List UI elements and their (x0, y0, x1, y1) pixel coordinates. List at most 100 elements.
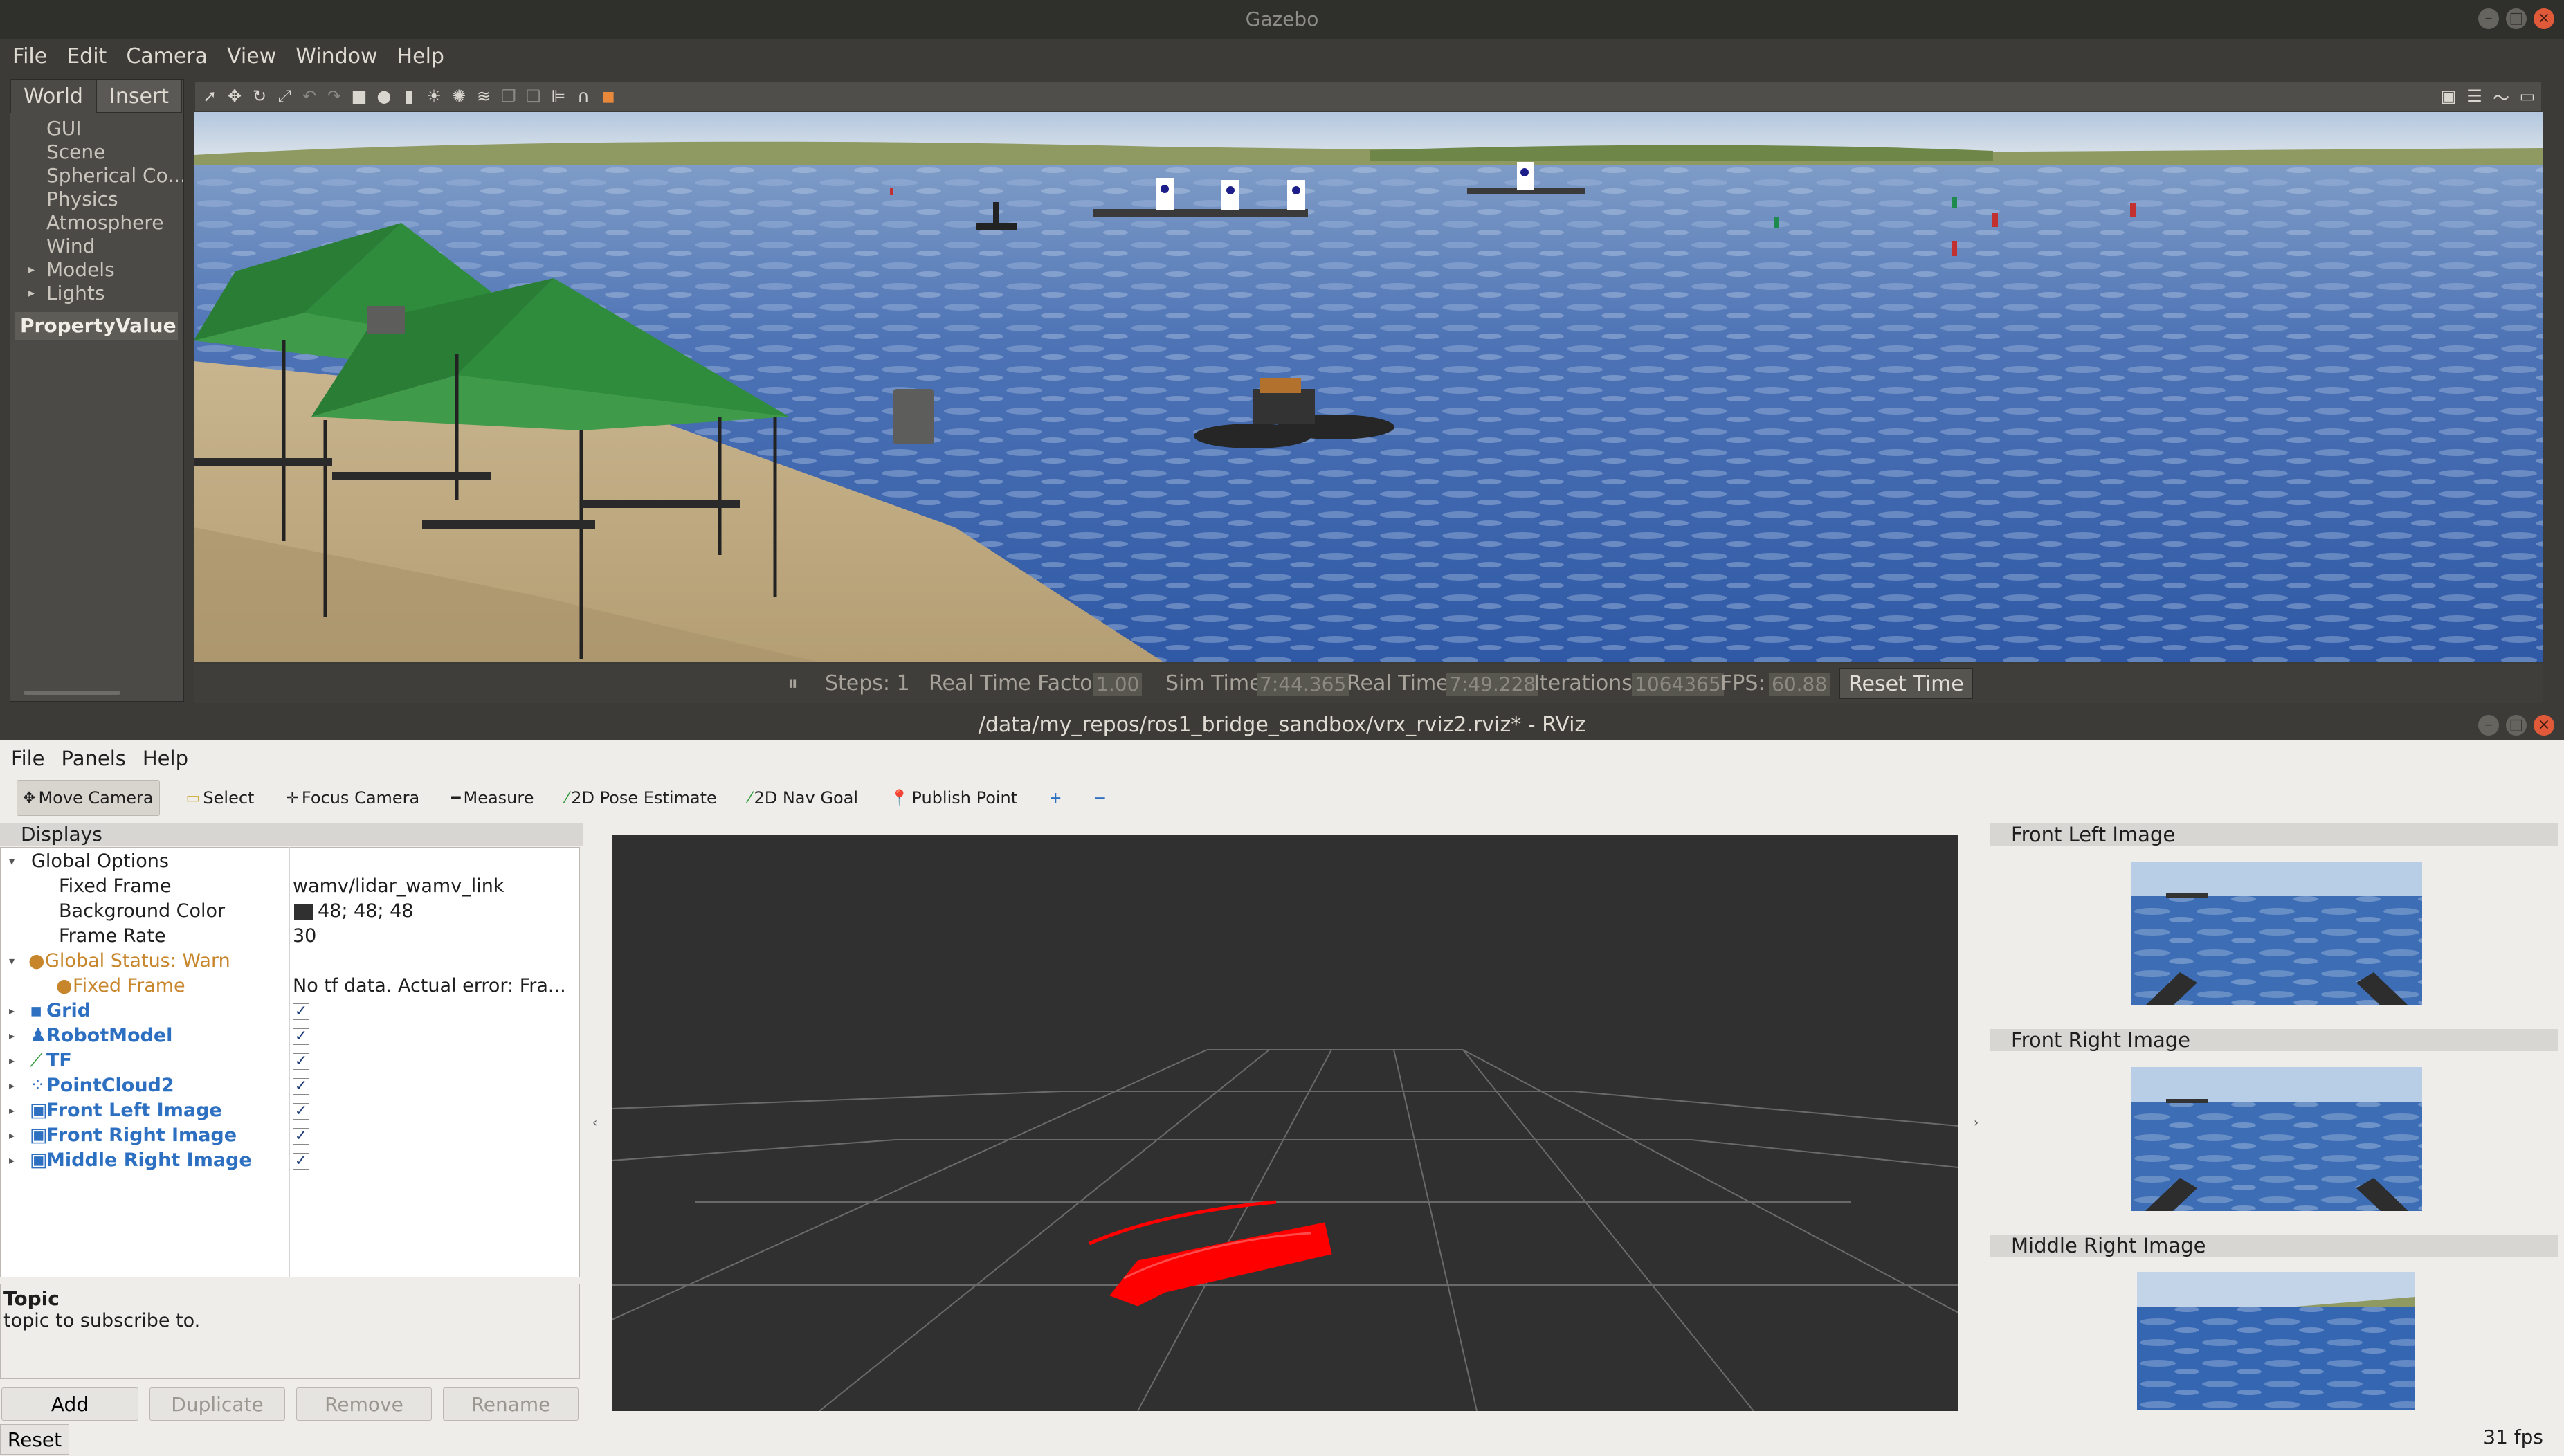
fixed-frame-row[interactable]: Fixed Frame wamv/lidar_wamv_link (1, 874, 579, 899)
tf-enabled-checkbox[interactable]: ✓ (293, 1053, 309, 1070)
remove-display-button[interactable]: Remove (296, 1387, 432, 1421)
rename-display-button[interactable]: Rename (443, 1387, 579, 1421)
directional-light-icon[interactable]: ≋ (475, 87, 493, 106)
cylinder-shape-icon[interactable]: ▮ (400, 87, 418, 106)
duplicate-display-button[interactable]: Duplicate (149, 1387, 285, 1421)
tab-world[interactable]: World (10, 80, 96, 113)
tree-item-spherical-coordinates[interactable]: Spherical Co... (10, 164, 183, 188)
minimize-button[interactable]: – (2478, 715, 2499, 736)
menu-help[interactable]: Help (143, 747, 188, 770)
collapse-right-arrow-icon[interactable]: › (1974, 1116, 1979, 1130)
scale-mode-icon[interactable]: ⤢ (275, 87, 293, 106)
tree-item-lights[interactable]: ▸ Lights (10, 282, 183, 305)
box-shape-icon[interactable]: ■ (350, 87, 368, 106)
tool-focus-camera[interactable]: ✛ Focus Camera (280, 780, 425, 816)
pointcloud2-enabled-checkbox[interactable]: ✓ (293, 1078, 309, 1095)
display-robotmodel[interactable]: ▸ ♟ RobotModel ✓ (1, 1023, 579, 1048)
translate-mode-icon[interactable]: ✥ (226, 87, 244, 106)
rviz-3d-render-view[interactable] (611, 835, 1959, 1412)
steps-label[interactable]: Steps: 1 (825, 671, 910, 696)
maximize-button[interactable]: □ (2506, 8, 2527, 29)
menu-help[interactable]: Help (397, 44, 444, 69)
snap-icon[interactable]: ∩ (574, 87, 592, 106)
tool-2d-pose-estimate[interactable]: ⁄ 2D Pose Estimate (561, 780, 722, 816)
expand-arrow-icon[interactable]: ▸ (9, 1148, 15, 1173)
display-tf[interactable]: ▸ ⟋ TF ✓ (1, 1048, 579, 1073)
front-right-image-enabled-checkbox[interactable]: ✓ (293, 1128, 309, 1145)
collapse-left-arrow-icon[interactable]: ‹ (592, 1116, 597, 1130)
select-mode-icon[interactable]: ➚ (201, 87, 219, 106)
background-color-swatch[interactable] (294, 904, 313, 920)
sphere-shape-icon[interactable]: ● (375, 87, 393, 106)
front-left-image-enabled-checkbox[interactable]: ✓ (293, 1103, 309, 1120)
expand-arrow-icon[interactable]: ▸ (9, 1048, 15, 1073)
video-icon[interactable]: ▭ (2518, 87, 2536, 106)
grid-enabled-checkbox[interactable]: ✓ (293, 1003, 309, 1020)
menu-file[interactable]: File (11, 747, 45, 770)
spot-light-icon[interactable]: ✺ (450, 87, 468, 106)
tool-2d-nav-goal[interactable]: ⁄ 2D Nav Goal (743, 780, 864, 816)
plot-icon[interactable]: 〜 (2492, 84, 2510, 109)
expand-arrow-icon[interactable]: ▸ (9, 1023, 15, 1048)
rotate-mode-icon[interactable]: ↻ (251, 87, 269, 106)
close-button[interactable]: × (2534, 715, 2554, 736)
display-middle-right-image[interactable]: ▸ ▣ Middle Right Image ✓ (1, 1148, 579, 1173)
expand-arrow-icon[interactable]: ▸ (9, 1098, 15, 1123)
expand-arrow-icon[interactable]: ▸ (9, 1073, 15, 1098)
close-button[interactable]: × (2534, 8, 2554, 29)
display-global-status[interactable]: ▾ ● Global Status: Warn (1, 949, 579, 974)
expand-arrow-icon[interactable]: ▸ (28, 258, 35, 282)
copy-icon[interactable]: ❐ (500, 87, 518, 106)
middle-right-image-enabled-checkbox[interactable]: ✓ (293, 1153, 309, 1170)
undo-icon[interactable]: ↶ (300, 87, 318, 106)
tool-select[interactable]: ▭ Select (181, 780, 260, 816)
status-fixed-frame-row[interactable]: ● Fixed Frame No tf data. Actual error: … (1, 974, 579, 999)
menu-panels[interactable]: Panels (62, 747, 126, 770)
expand-arrow-icon[interactable]: ▸ (9, 1123, 15, 1148)
gazebo-3d-viewport[interactable] (194, 112, 2543, 662)
display-front-left-image[interactable]: ▸ ▣ Front Left Image ✓ (1, 1098, 579, 1123)
pause-button[interactable]: ⏸ (788, 671, 798, 696)
tree-item-atmosphere[interactable]: Atmosphere (10, 211, 183, 235)
display-front-right-image[interactable]: ▸ ▣ Front Right Image ✓ (1, 1123, 579, 1148)
frame-rate-row[interactable]: Frame Rate 30 (1, 924, 579, 949)
collapse-arrow-icon[interactable]: ▾ (9, 949, 15, 974)
menu-window[interactable]: Window (296, 44, 377, 69)
add-tool-button[interactable]: + (1044, 780, 1067, 816)
robotmodel-enabled-checkbox[interactable]: ✓ (293, 1028, 309, 1045)
tab-insert[interactable]: Insert (96, 80, 183, 113)
menu-file[interactable]: File (12, 44, 47, 69)
expand-arrow-icon[interactable]: ▸ (9, 999, 15, 1023)
tree-item-physics[interactable]: Physics (10, 188, 183, 211)
menu-view[interactable]: View (227, 44, 276, 69)
tree-item-models[interactable]: ▸ Models (10, 258, 183, 282)
expand-arrow-icon[interactable]: ▸ (28, 282, 35, 305)
reset-button[interactable]: Reset (0, 1424, 69, 1455)
frame-rate-value[interactable]: 30 (293, 924, 316, 949)
tree-item-scene[interactable]: Scene (10, 140, 183, 164)
redo-icon[interactable]: ↷ (325, 87, 343, 106)
display-pointcloud2[interactable]: ▸ ⁘ PointCloud2 ✓ (1, 1073, 579, 1098)
tool-measure[interactable]: ━ Measure (446, 780, 539, 816)
align-icon[interactable]: ⊫ (549, 87, 567, 106)
fixed-frame-value[interactable]: wamv/lidar_wamv_link (293, 874, 504, 899)
left-panel-scrollbar[interactable] (24, 691, 120, 695)
background-color-value[interactable]: 48; 48; 48 (318, 899, 413, 924)
tool-move-camera[interactable]: ✥ Move Camera (17, 780, 160, 816)
paste-icon[interactable]: ❏ (525, 87, 543, 106)
screenshot-icon[interactable]: ▣ (2439, 87, 2457, 106)
add-display-button[interactable]: Add (1, 1387, 138, 1421)
reset-time-button[interactable]: Reset Time (1839, 668, 1973, 699)
menu-edit[interactable]: Edit (66, 44, 107, 69)
tree-item-wind[interactable]: Wind (10, 235, 183, 258)
display-grid[interactable]: ▸ ▪ Grid ✓ (1, 999, 579, 1023)
background-color-row[interactable]: Background Color 48; 48; 48 (1, 899, 579, 924)
collapse-arrow-icon[interactable]: ▾ (9, 849, 15, 874)
minimize-button[interactable]: – (2478, 8, 2499, 29)
log-icon[interactable]: ☰ (2466, 87, 2484, 106)
camera-mode-icon[interactable]: ◼ (599, 87, 617, 106)
displays-column-divider[interactable] (289, 847, 290, 1277)
point-light-icon[interactable]: ☀ (425, 87, 443, 106)
maximize-button[interactable]: □ (2506, 715, 2527, 736)
menu-camera[interactable]: Camera (126, 44, 208, 69)
